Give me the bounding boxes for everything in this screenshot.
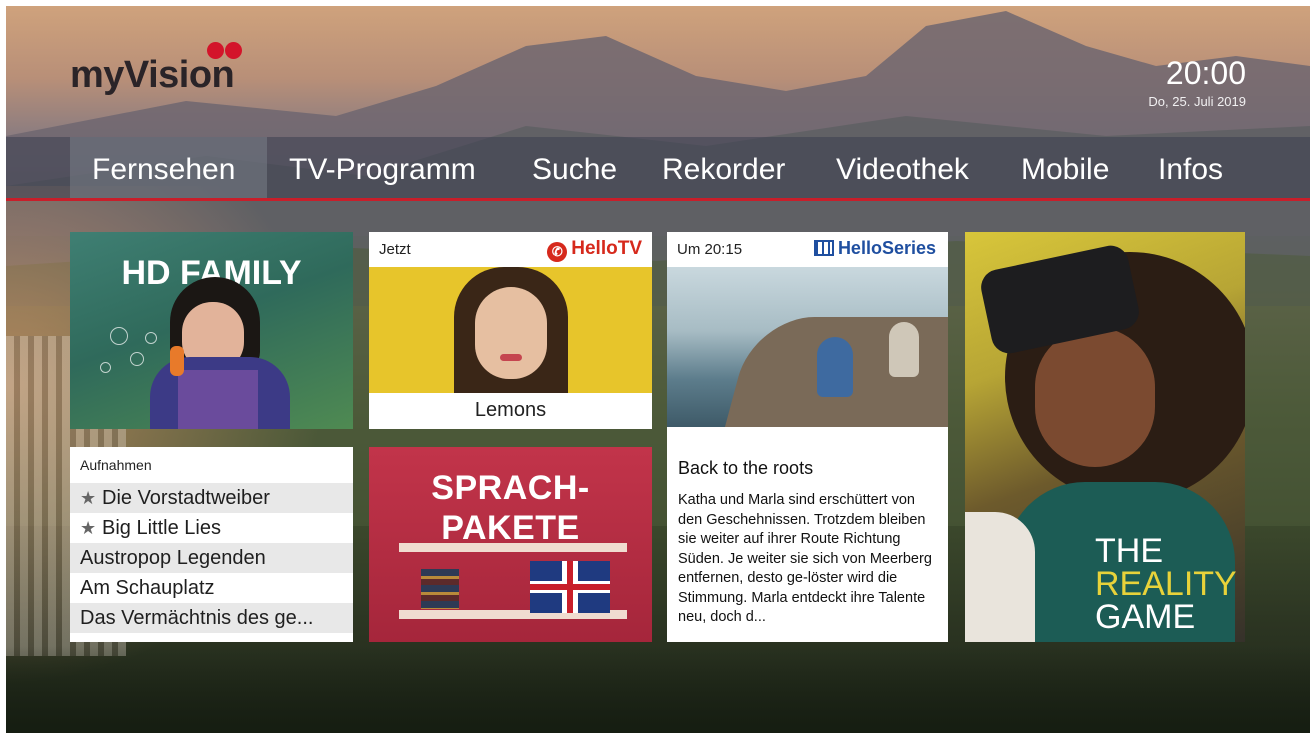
recordings-header: Aufnahmen: [80, 457, 152, 473]
recording-label: Die Vorstadtweiber: [102, 487, 270, 509]
recordings-panel: Aufnahmen ★ Die Vorstadtweiber ★ Big Littl…: [70, 447, 353, 642]
hiker-person: [817, 337, 853, 397]
bubble: [130, 352, 144, 366]
woman-lips: [500, 354, 522, 361]
nav-item-mobile[interactable]: Mobile: [999, 137, 1131, 198]
nav-item-fernsehen[interactable]: Fernsehen: [70, 137, 267, 198]
sprachpakete-tile[interactable]: SPRACH- PAKETE: [369, 447, 652, 642]
nav-item-videothek[interactable]: Videothek: [814, 137, 991, 198]
star-icon: ★: [80, 488, 97, 508]
recording-label: Austropop Legenden: [80, 547, 266, 569]
bubble: [100, 362, 111, 373]
series-description: Katha und Marla sind erschüttert von den…: [678, 492, 932, 625]
woman-face: [1035, 327, 1155, 467]
recording-item[interactable]: Am Schauplatz: [70, 573, 353, 603]
bubble: [145, 332, 157, 344]
helloseries-tile[interactable]: Um 20:15 HelloSeries Back to the roots K…: [667, 232, 948, 642]
hellotv-logo-icon: ✆: [547, 242, 568, 262]
film-strip-icon: [813, 240, 834, 256]
hd-family-tile[interactable]: HD FAMILY: [70, 232, 353, 429]
bubble-wand: [170, 346, 184, 376]
recording-item[interactable]: ★ Die Vorstadtweiber: [70, 483, 353, 513]
hellotv-now-tile[interactable]: Jetzt ✆ HelloTV Lemons: [369, 232, 652, 429]
nav-item-tv-programm[interactable]: TV-Programm: [267, 137, 498, 198]
series-image: [667, 267, 948, 427]
tv-home-screen: myVision 20:00 Do, 25. Juli 2019 Fernseh…: [6, 6, 1310, 733]
series-time-label: Um 20:15: [677, 241, 743, 258]
helloseries-brand: HelloSeries: [813, 238, 936, 259]
girl-shirt: [178, 370, 258, 429]
reality-game-line1: THE: [1095, 532, 1163, 570]
logo-dots-icon: [207, 42, 247, 62]
recording-item[interactable]: Das Vermächtnis des ge...: [70, 603, 353, 633]
helloseries-brand-text: HelloSeries: [837, 238, 936, 258]
recording-label: Am Schauplatz: [80, 577, 215, 599]
treeline-scenery: [6, 646, 1310, 733]
woman-face: [475, 287, 547, 379]
sprachpakete-line1: SPRACH-: [431, 469, 590, 507]
hellotv-brand: ✆ HelloTV: [547, 238, 642, 262]
union-jack-box: [530, 561, 610, 613]
clock-time: 20:00: [1165, 55, 1246, 91]
recording-label: Big Little Lies: [102, 517, 221, 539]
star-icon: ★: [80, 518, 97, 538]
reality-game-tile[interactable]: THE REALITY GAME: [965, 232, 1245, 642]
reality-game-line3: GAME: [1095, 598, 1196, 636]
nav-item-infos[interactable]: Infos: [1136, 137, 1245, 198]
recording-label: Das Vermächtnis des ge...: [80, 607, 314, 629]
bubble: [110, 327, 128, 345]
clock: 20:00 Do, 25. Juli 2019: [1148, 56, 1246, 109]
program-caption: Lemons: [474, 399, 547, 421]
nav-item-suche[interactable]: Suche: [510, 137, 639, 198]
hellotv-brand-text: HelloTV: [571, 238, 642, 259]
nav-item-rekorder[interactable]: Rekorder: [640, 137, 807, 198]
shelf: [399, 543, 627, 552]
recording-item[interactable]: ★ Big Little Lies: [70, 513, 353, 543]
now-label: Jetzt: [379, 241, 411, 258]
hiker-person: [889, 322, 919, 377]
reality-game-line2: REALITY: [1095, 565, 1237, 603]
books-stack: [421, 569, 459, 609]
recording-item[interactable]: Austropop Legenden: [70, 543, 353, 573]
navigation-accent-line: [6, 198, 1310, 201]
hellotv-program-image: [369, 267, 652, 393]
series-title: Back to the roots: [678, 458, 814, 478]
woman-jacket: [965, 512, 1035, 642]
clock-date: Do, 25. Juli 2019: [1148, 94, 1246, 109]
